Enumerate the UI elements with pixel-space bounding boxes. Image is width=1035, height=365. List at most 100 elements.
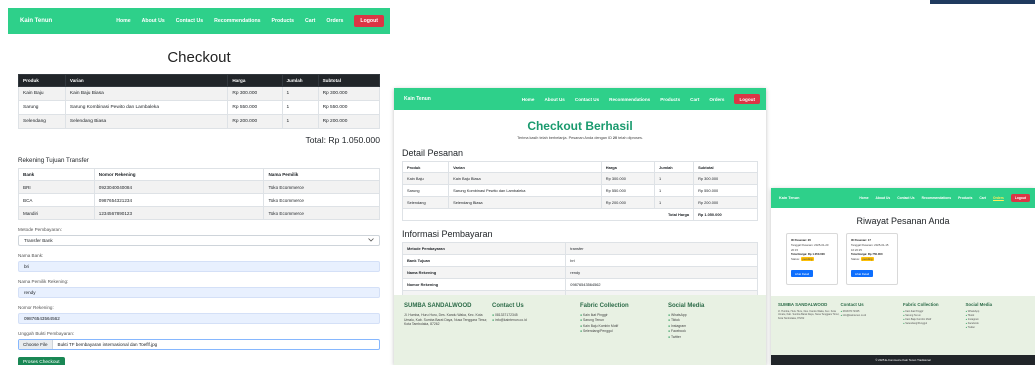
footer-contact: Contact Us 081337172345 info@kaintenun.c… <box>492 303 580 357</box>
col-subtotal: Subtotal <box>317 74 381 87</box>
footer-social-title: Social Media <box>965 302 993 307</box>
nav-products[interactable]: Products <box>958 196 972 200</box>
nav-cart[interactable]: Cart <box>979 196 986 200</box>
order-detail-title: Detail Pesanan <box>402 148 464 158</box>
nav-recommendations[interactable]: Recommendations <box>214 18 260 24</box>
footer-fabric-title: Fabric Collection <box>580 303 629 309</box>
nav-contact[interactable]: Contact Us <box>897 196 914 200</box>
checkout-screenshot: Kain Tenun Home About Us Contact Us Reco… <box>8 8 390 365</box>
footer-fabric-item[interactable]: Selendang/Penggul <box>903 322 966 326</box>
cell: Toko Ecommerce <box>263 193 380 207</box>
process-checkout-button[interactable]: Proses Checkout <box>18 357 65 365</box>
footer-contact-item[interactable]: info@kaintenun.co.id <box>492 318 580 323</box>
footer-contact-item[interactable]: info@kaintenun.co.id <box>841 314 904 318</box>
file-name: Bukti TF bembayaran internasional dan To… <box>57 342 158 347</box>
account-number-input[interactable]: 09876543564562 <box>18 313 380 324</box>
top-banner-strip <box>930 0 1035 4</box>
footer-social-item[interactable]: Twitter <box>668 335 756 340</box>
cell: Sarung <box>18 100 66 115</box>
cell: Kain Baju <box>18 86 66 101</box>
nav-about[interactable]: About Us <box>544 97 564 102</box>
order-total: Total: Rp 1.050.000 <box>305 135 380 145</box>
nav-cart[interactable]: Cart <box>305 18 315 24</box>
table-row: BCA 0987654321234 Toko Ecommerce <box>18 193 380 207</box>
logout-button[interactable]: Logout <box>354 15 384 27</box>
footer-contact-title: Contact Us <box>492 303 524 309</box>
nav-home[interactable]: Home <box>859 196 868 200</box>
cell: 1 <box>654 184 695 197</box>
copyright-bar: © 2025 E-Commerce Kain Tenun Tradisional <box>771 355 1035 365</box>
cell: 0987654321234 <box>93 193 265 207</box>
nav-contact[interactable]: Contact Us <box>176 18 203 24</box>
nav-contact[interactable]: Contact Us <box>575 97 599 102</box>
table-row: Bank Tujuan bri <box>401 254 758 267</box>
navbar: Kain Tenun Home About Us Contact Us Reco… <box>8 8 390 34</box>
nav-orders[interactable]: Orders <box>709 97 724 102</box>
view-detail-button[interactable]: Lihat Detail <box>791 270 813 278</box>
order-cards: ID Pesanan: 20 Tanggal Pesanan: 2025-01-… <box>786 233 1035 285</box>
nav-cart[interactable]: Cart <box>690 97 699 102</box>
nav-orders[interactable]: Orders <box>993 196 1004 200</box>
status-label: Status: <box>791 257 800 261</box>
upload-proof-label: Unggah Bukti Pembayaran: <box>18 331 75 336</box>
payment-method-select[interactable]: Transfer Bank <box>18 235 380 246</box>
nav-recommendations[interactable]: Recommendations <box>609 97 650 102</box>
cell: Rp 550.000 <box>600 184 656 197</box>
logout-button[interactable]: Logout <box>734 94 760 104</box>
brand-logo[interactable]: Kain Tenun <box>779 196 799 200</box>
col-pemilik: Nama Pemilik <box>263 168 380 181</box>
footer-social-title: Social Media <box>668 303 705 309</box>
table-row: Metode Pembayaran transfer <box>401 242 758 255</box>
order-status: Status: pending <box>851 257 893 262</box>
col-jumlah: Jumlah <box>281 74 319 87</box>
col-produk: Produk <box>18 74 66 87</box>
bank-accounts-table: Bank Nomor Rekening Nama Pemilik BRI 092… <box>18 168 380 220</box>
cell: Kain Baju <box>401 172 450 185</box>
footer-fabric: Fabric Collection Kain Ikat Pinggir Saru… <box>903 302 966 349</box>
nav-home[interactable]: Home <box>116 18 130 24</box>
choose-file-button[interactable]: Choose File <box>19 340 53 349</box>
footer-social-item[interactable]: Twitter <box>966 326 1029 330</box>
status-badge: pending <box>860 257 875 261</box>
col-produk: Produk <box>401 161 450 173</box>
cell: Kain Baju Biasa <box>64 86 229 101</box>
payment-method-value: Transfer Bank <box>24 238 53 243</box>
cell: Sarung Kombinasi Pewito dan Lambaleka <box>448 184 602 197</box>
upload-proof-input[interactable]: Choose File Bukti TF bembayaran internas… <box>18 339 380 350</box>
view-detail-button[interactable]: Lihat Detail <box>851 270 873 278</box>
footer-fabric-item[interactable]: Selendang/Penggul <box>580 329 668 334</box>
cell: Rp 300.000 <box>693 172 758 185</box>
page-title: Checkout <box>167 49 231 66</box>
thanks-prefix: Terima kasih telah berbelanja. Pesanan A… <box>517 136 613 140</box>
footer-contact-title: Contact Us <box>840 302 864 307</box>
nav-links: Home About Us Contact Us Recommendations… <box>105 15 384 27</box>
logout-button[interactable]: Logout <box>1010 194 1030 202</box>
history-title: Riwayat Pesanan Anda <box>856 216 950 226</box>
cell: Nomor Rekening <box>401 278 567 291</box>
cell: BCA <box>18 193 95 207</box>
bank-name-input[interactable]: bri <box>18 261 380 272</box>
cart-items-table: Produk Varian Harga Jumlah Subtotal Kain… <box>18 74 381 129</box>
footer-address: Jl. Humba, Huru Huru, Des. Kandu Waka, K… <box>778 310 840 320</box>
cell: Rp 200.000 <box>317 114 381 129</box>
total-row: Total Harga Rp 1.050.000 <box>401 208 758 221</box>
cell: Selendang Biasa <box>64 114 229 129</box>
nav-recommendations[interactable]: Recommendations <box>922 196 952 200</box>
footer-address: Jl. Humba, Huru Huru, Des. Kandu Waka, K… <box>404 313 488 327</box>
cell: Rp 300.000 <box>600 172 656 185</box>
nav-home[interactable]: Home <box>522 97 535 102</box>
nav-products[interactable]: Products <box>272 18 294 24</box>
nav-about[interactable]: About Us <box>876 196 891 200</box>
nav-products[interactable]: Products <box>660 97 680 102</box>
status-badge: pending <box>800 257 815 261</box>
nav-orders[interactable]: Orders <box>326 18 343 24</box>
cell: transfer <box>565 242 758 255</box>
account-owner-input[interactable]: rendy <box>18 287 380 298</box>
cell: 1 <box>654 196 695 209</box>
cell: Sarung Kombinasi Pewito dan Lambaleka <box>64 100 229 115</box>
nav-about[interactable]: About Us <box>142 18 165 24</box>
footer-brand-title: SUMBA SANDALWOOD <box>778 302 828 307</box>
brand-logo[interactable]: Kain Tenun <box>20 18 52 24</box>
brand-logo[interactable]: Kain Tenun <box>404 96 431 102</box>
cell: Metode Pembayaran <box>401 242 567 255</box>
